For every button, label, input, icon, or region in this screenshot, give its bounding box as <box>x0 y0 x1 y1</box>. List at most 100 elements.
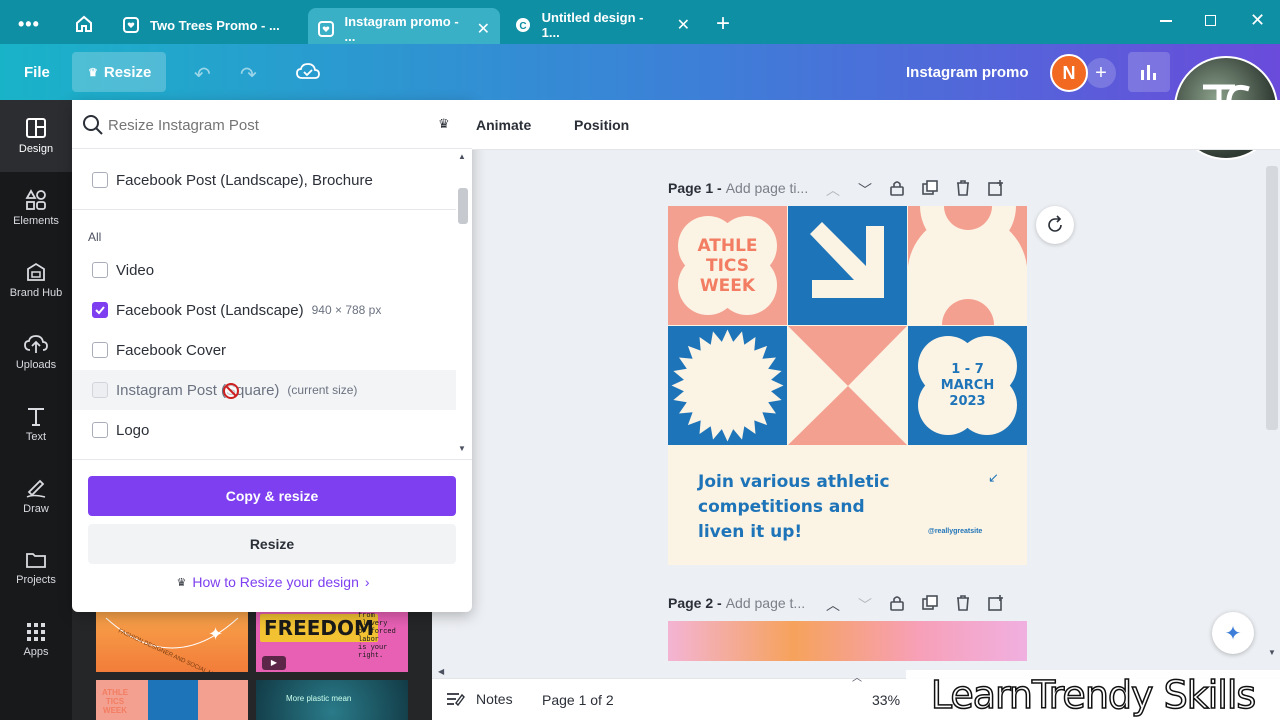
copy-and-resize-button[interactable]: Copy & resize <box>88 476 456 516</box>
nav-label: Design <box>18 143 54 155</box>
page-counter[interactable]: Page 1 of 2 <box>542 692 614 708</box>
document-title[interactable]: Instagram promo <box>906 64 1029 81</box>
design-page-2[interactable] <box>668 621 1027 661</box>
browser-menu-icon[interactable]: ••• <box>18 14 40 35</box>
duplicate-icon[interactable] <box>922 595 938 615</box>
template-thumb-athletics[interactable]: ATHLE TICS WEEK <box>96 680 248 720</box>
page-title-input[interactable]: Add page ti... <box>726 180 809 196</box>
trash-icon[interactable] <box>956 180 970 200</box>
thumb-headline-line: ATHLE <box>102 688 129 697</box>
search-icon <box>82 114 104 141</box>
add-page-icon[interactable] <box>988 595 1004 615</box>
tab-two-trees[interactable]: Two Trees Promo - ... <box>112 8 304 42</box>
nav-elements[interactable]: Elements <box>0 172 72 244</box>
checkbox-disabled <box>92 382 108 398</box>
thumb-curve-text: FASHION DESIGNER AND SOCIAL MEDIA MANAGE… <box>117 628 248 672</box>
zoom-level[interactable]: 33% <box>872 692 900 708</box>
undo-icon[interactable]: ↶ <box>194 62 211 87</box>
magic-assistant-icon[interactable]: ✦ <box>1212 612 1254 654</box>
checkbox[interactable] <box>92 422 108 438</box>
notes-button[interactable]: Notes <box>446 691 513 707</box>
horizontal-scroll-left-icon[interactable]: ◀ <box>438 667 444 676</box>
chevron-up-icon[interactable]: ︿ <box>826 180 840 200</box>
resize-search-input[interactable] <box>108 112 428 138</box>
checkbox[interactable] <box>92 172 108 188</box>
insights-icon[interactable] <box>1128 52 1170 92</box>
resize-option-logo[interactable]: Logo <box>92 412 149 448</box>
scroll-down-icon[interactable]: ▼ <box>1268 648 1276 657</box>
scroll-up-icon[interactable]: ▲ <box>458 152 466 161</box>
position-button[interactable]: Position <box>574 117 629 133</box>
home-icon[interactable] <box>74 14 94 39</box>
nav-uploads[interactable]: Uploads <box>0 316 72 388</box>
close-tab-icon[interactable]: ✕ <box>677 15 690 35</box>
nav-projects[interactable]: Projects <box>0 532 72 604</box>
animate-button[interactable]: Animate <box>476 117 531 133</box>
resize-option-facebook-landscape[interactable]: Facebook Post (Landscape) 940 × 788 px <box>92 292 381 328</box>
crown-icon: ♛ <box>438 116 450 131</box>
add-collaborator-icon[interactable]: + <box>1086 58 1116 88</box>
checkbox[interactable] <box>92 262 108 278</box>
restore-icon[interactable] <box>1205 15 1216 26</box>
section-label-all: All <box>88 230 102 244</box>
regenerate-comment-icon[interactable] <box>1036 206 1074 244</box>
scrollbar-thumb[interactable] <box>458 188 468 224</box>
help-link[interactable]: ♛ How to Resize your design › <box>168 574 378 590</box>
new-tab-icon[interactable]: + <box>716 10 730 38</box>
current-size-note: (current size) <box>287 383 358 397</box>
template-thumb-fashion[interactable]: FASHION DESIGNER AND SOCIAL MEDIA MANAGE… <box>96 608 248 672</box>
option-label: Logo <box>116 421 150 439</box>
lock-icon[interactable] <box>890 595 904 615</box>
trash-icon[interactable] <box>956 595 970 615</box>
chevron-down-icon[interactable]: ﹀ <box>858 595 872 615</box>
nav-draw[interactable]: Draw <box>0 460 72 532</box>
resize-option-top[interactable]: Facebook Post (Landscape), Brochure <box>92 162 373 198</box>
chevron-up-icon[interactable]: ︿ <box>826 595 840 615</box>
file-menu-button[interactable]: File <box>24 64 50 81</box>
nav-apps[interactable]: Apps <box>0 604 72 676</box>
lock-icon[interactable] <box>890 180 904 200</box>
tile-flower-headline: ATHLE TICS WEEK <box>668 206 787 325</box>
scroll-down-icon[interactable]: ▼ <box>458 444 466 453</box>
cloud-saved-icon[interactable] <box>296 62 320 87</box>
checkbox-checked[interactable] <box>92 302 108 318</box>
tile-arches <box>908 206 1027 325</box>
page-title-input[interactable]: Add page t... <box>726 595 805 611</box>
checkbox[interactable] <box>92 342 108 358</box>
tile-sunburst <box>668 326 787 445</box>
duplicate-icon[interactable] <box>922 180 938 200</box>
redo-icon[interactable]: ↷ <box>240 62 257 87</box>
video-play-icon: ▶ <box>262 656 286 670</box>
tile-arrow <box>788 206 907 325</box>
page2-header: Page 2 - Add page t... <box>668 595 805 611</box>
canva-logo-icon: C <box>514 16 532 34</box>
draw-icon <box>26 479 46 498</box>
nav-brand-hub[interactable]: Brand Hub <box>0 244 72 316</box>
minimize-icon[interactable] <box>1160 20 1172 22</box>
canva-heart-icon <box>318 20 335 38</box>
template-thumb-plastic[interactable]: More plastic mean <box>256 680 408 720</box>
template-thumb-freedom[interactable]: FREEDOM from slavery or forced labor is … <box>256 608 408 672</box>
close-tab-icon[interactable]: ✕ <box>477 19 490 39</box>
resize-confirm-button[interactable]: Resize <box>88 524 456 564</box>
nav-label: Brand Hub <box>9 287 63 299</box>
resize-button[interactable]: ♛ Resize <box>72 52 166 92</box>
nav-design[interactable]: Design <box>0 100 72 172</box>
add-page-icon[interactable] <box>988 180 1004 200</box>
design-icon <box>26 118 46 138</box>
close-window-icon[interactable]: ✕ <box>1250 10 1265 31</box>
divider <box>72 148 472 149</box>
canvas-scrollbar[interactable] <box>1266 166 1278 430</box>
avatar[interactable]: N <box>1050 54 1088 92</box>
nav-text[interactable]: Text <box>0 388 72 460</box>
resize-option-facebook-cover[interactable]: Facebook Cover <box>92 332 226 368</box>
tab-untitled-design[interactable]: C Untitled design - 1... ✕ <box>504 8 700 42</box>
scroll-up-icon[interactable]: ︿ <box>852 669 862 684</box>
resize-option-video[interactable]: Video <box>92 252 154 288</box>
chevron-down-icon[interactable]: ﹀ <box>858 180 872 200</box>
arrow-down-right-icon <box>810 222 884 298</box>
design-page-1[interactable]: ATHLE TICS WEEK 1 - 7 MARCH 2023 Join va… <box>668 206 1027 565</box>
tagline: Join various athletic competitions and l… <box>698 470 890 545</box>
svg-text:C: C <box>519 21 526 32</box>
text-icon <box>28 408 44 426</box>
